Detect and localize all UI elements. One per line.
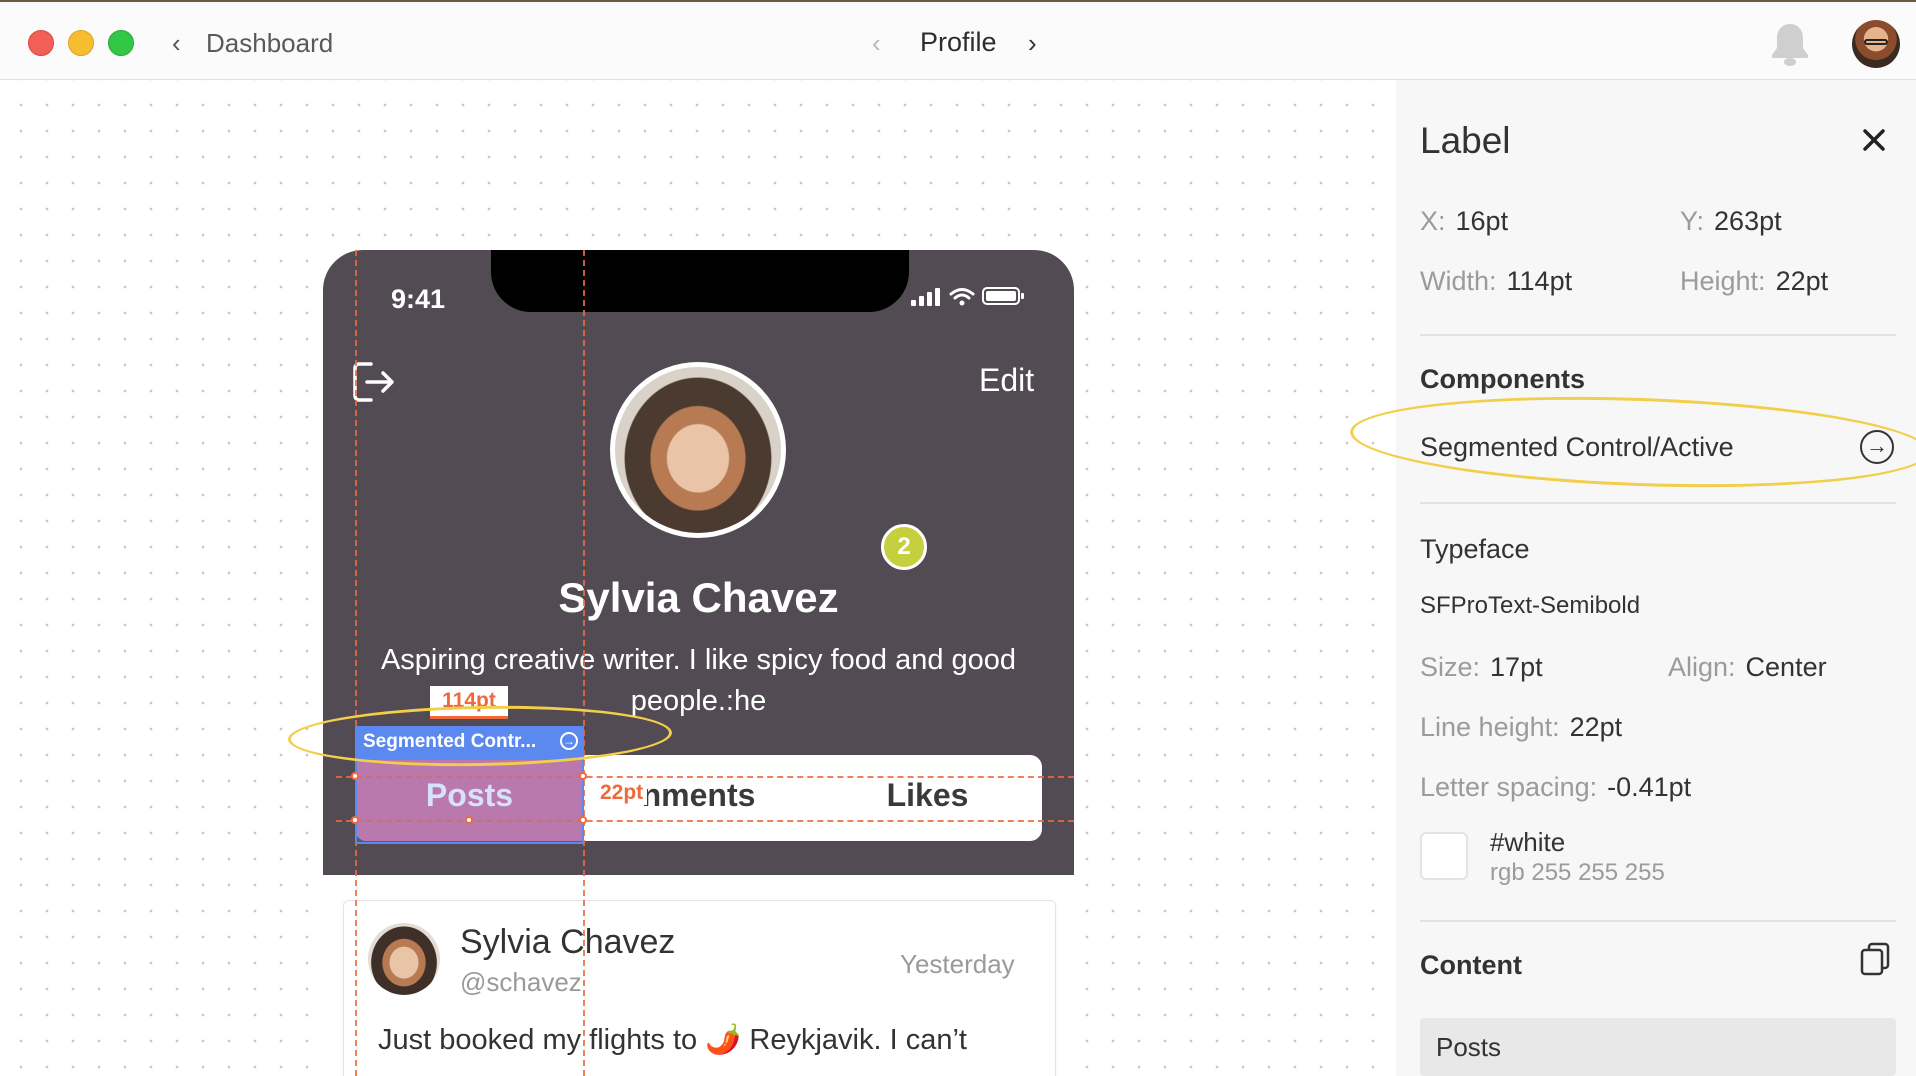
- edit-profile-button[interactable]: Edit: [979, 362, 1034, 399]
- chevron-left-icon[interactable]: ‹: [172, 28, 181, 59]
- letter-spacing-value: -0.41pt: [1607, 772, 1692, 802]
- divider: [1420, 920, 1896, 922]
- color-swatch[interactable]: [1420, 832, 1468, 880]
- x-label: X:: [1420, 206, 1446, 236]
- resize-handle[interactable]: [351, 772, 359, 780]
- align-property: Align: Center: [1668, 652, 1827, 683]
- y-value: 263pt: [1714, 206, 1782, 236]
- close-icon[interactable]: [1856, 122, 1892, 158]
- segment-likes[interactable]: Likes: [813, 777, 1042, 814]
- align-value: Center: [1745, 652, 1827, 682]
- profile-photo: [610, 362, 786, 538]
- y-position: Y: 263pt: [1680, 206, 1782, 237]
- font-size-property: Size: 17pt: [1420, 652, 1543, 683]
- typeface-value: SFProText-Semibold: [1420, 592, 1641, 619]
- resize-handle[interactable]: [579, 772, 587, 780]
- height-value: 22pt: [1775, 266, 1829, 296]
- height-label: Height:: [1680, 266, 1766, 296]
- guide-left: [355, 250, 357, 1076]
- copy-icon[interactable]: [1860, 942, 1890, 976]
- post-text: Just booked my flights to 🌶️ Reykjavik. …: [378, 1024, 967, 1056]
- title-bar: ‹ Dashboard ‹ Profile ›: [0, 0, 1916, 80]
- height-measure-tag: 22pt: [596, 781, 648, 805]
- letter-spacing-property: Letter spacing: -0.41pt: [1420, 772, 1691, 803]
- post-timestamp: Yesterday: [900, 949, 1015, 979]
- next-screen-chevron-icon[interactable]: ›: [1028, 28, 1037, 59]
- minimize-window-button[interactable]: [68, 30, 94, 56]
- content-heading: Content: [1420, 950, 1522, 980]
- width-label: Width:: [1420, 266, 1497, 296]
- guide-right: [583, 250, 585, 1076]
- components-heading: Components: [1420, 364, 1585, 394]
- size-label: Size:: [1420, 652, 1481, 682]
- typeface-heading: Typeface: [1420, 534, 1530, 564]
- status-time: 9:41: [391, 284, 446, 314]
- line-height-label: Line height:: [1420, 712, 1560, 742]
- x-value: 16pt: [1455, 206, 1509, 236]
- content-field[interactable]: Posts: [1420, 1018, 1896, 1076]
- battery-icon: [982, 287, 1024, 305]
- height-property: Height: 22pt: [1680, 266, 1828, 297]
- close-window-button[interactable]: [28, 30, 54, 56]
- post-author-handle: @schavez: [460, 967, 582, 997]
- divider: [1420, 334, 1896, 336]
- previous-screen-chevron-icon[interactable]: ‹: [872, 28, 881, 59]
- color-name: #white: [1490, 827, 1566, 857]
- x-position: X: 16pt: [1420, 206, 1508, 237]
- signal-icon: [911, 288, 940, 306]
- color-rgb: rgb 255 255 255: [1490, 859, 1665, 886]
- highlight-ellipse: [1348, 387, 1916, 497]
- screen-title: Profile: [920, 27, 997, 57]
- resize-handle[interactable]: [465, 816, 473, 824]
- divider: [1420, 502, 1896, 504]
- size-value: 17pt: [1490, 652, 1543, 682]
- notification-badge: 2: [881, 524, 927, 570]
- inspector-panel: Label X: 16pt Y: 263pt Width: 114pt Height:…: [1348, 80, 1916, 1076]
- user-avatar[interactable]: [1852, 20, 1900, 68]
- line-height-value: 22pt: [1569, 712, 1623, 742]
- post-avatar: [368, 923, 440, 995]
- bell-icon[interactable]: [1768, 20, 1812, 68]
- resize-handle[interactable]: [351, 816, 359, 824]
- component-outline: [355, 758, 584, 844]
- post-author-name: Sylvia Chavez: [460, 923, 676, 961]
- width-value: 114pt: [1506, 266, 1573, 296]
- inspector-title: Label: [1420, 120, 1511, 161]
- profile-name: Sylvia Chavez: [558, 574, 839, 621]
- align-label: Align:: [1668, 652, 1736, 682]
- y-label: Y:: [1680, 206, 1705, 236]
- back-to-dashboard-link[interactable]: Dashboard: [206, 28, 333, 59]
- resize-handle[interactable]: [579, 816, 587, 824]
- zoom-window-button[interactable]: [108, 30, 134, 56]
- letter-spacing-label: Letter spacing:: [1420, 772, 1598, 802]
- phone-notch: [491, 250, 909, 312]
- width-property: Width: 114pt: [1420, 266, 1572, 297]
- status-icons: [911, 287, 1024, 306]
- wifi-icon: [949, 288, 975, 300]
- line-height-property: Line height: 22pt: [1420, 712, 1622, 743]
- post-card[interactable]: Sylvia Chavez @schavez Yesterday Just bo…: [343, 900, 1056, 1076]
- logout-icon[interactable]: [351, 360, 395, 404]
- content-value: Posts: [1436, 1032, 1502, 1062]
- phone-artboard[interactable]: 9:41 Edit 2 Sylvia Chavez Aspiring creat…: [323, 250, 1074, 1076]
